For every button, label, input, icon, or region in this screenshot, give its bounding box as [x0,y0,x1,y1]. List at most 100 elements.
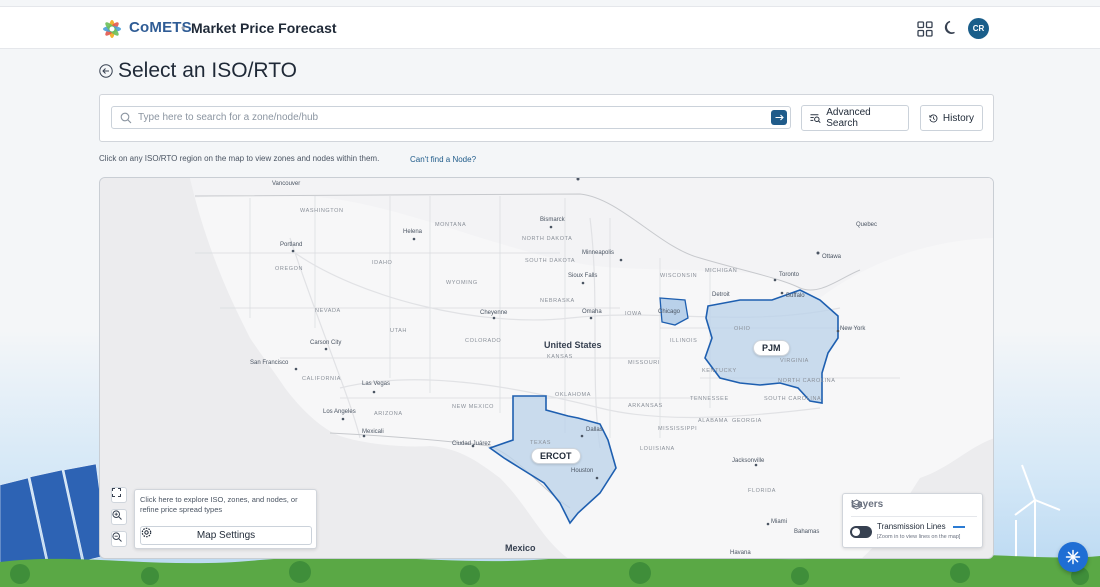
app-title: Market Price Forecast [191,20,337,36]
city-label: Ottawa [822,254,842,260]
city-label: Bismarck [540,217,565,223]
layers-icon [851,499,862,510]
history-label: History [942,112,974,124]
city-label: Quebec [856,222,878,228]
map-settings-button[interactable]: Map Settings [140,526,312,545]
transmission-line-swatch [953,526,965,528]
state-label: MICHIGAN [705,268,738,274]
state-label: UTAH [390,328,407,334]
city-label: Toronto [779,272,800,278]
layers-divider [851,516,977,517]
state-label: OREGON [275,266,304,272]
zoom-in-button[interactable] [111,509,127,525]
state-label: TEXAS [530,440,552,446]
city-label: Portland [280,242,303,248]
state-label: NEW MEXICO [452,404,495,410]
transmission-lines-label: Transmission Lines [877,522,946,531]
map-settings-label: Map Settings [196,530,256,541]
state-label: NEBRASKA [540,298,575,304]
state-label: SOUTH DAKOTA [525,258,576,264]
state-label: TENNESSEE [690,396,729,402]
state-label: NEVADA [315,308,341,314]
layers-panel: Layers Transmission Lines [Zoom in to vi… [842,493,983,548]
state-label: IOWA [625,311,642,317]
state-label: MONTANA [435,222,467,228]
city-label: Sioux Falls [568,273,598,279]
state-label: ALABAMA [698,418,729,424]
history-icon [929,114,938,122]
state-label: NORTH DAKOTA [522,236,573,242]
state-label: NORTH CAROLINA [778,378,836,384]
region-label-ercot[interactable]: ERCOT [531,448,581,464]
search-input[interactable] [138,109,758,126]
country-label-mexico: Mexico [505,543,536,553]
city-label: Bahamas [794,529,820,535]
city-label: Vancouver [272,181,301,187]
region-label-pjm[interactable]: PJM [753,340,790,356]
state-label: ILLINOIS [670,338,698,344]
state-label: MISSISSIPPI [658,426,698,432]
transmission-lines-toggle[interactable] [850,526,872,538]
breadcrumb-separator: • [181,21,186,35]
state-label: ARIZONA [374,411,403,417]
state-label: ARKANSAS [628,403,663,409]
city-label: Carson City [310,340,342,346]
zoom-in-icon [112,510,122,520]
search-icon [120,112,132,124]
zoom-out-icon [112,532,122,542]
state-label: WISCONSIN [660,273,698,279]
city-label: Los Angeles [323,409,356,415]
city-label: Cheyenne [480,310,508,316]
state-label: WASHINGTON [300,208,344,214]
zoom-out-button[interactable] [111,531,127,547]
city-label: Buffalo [786,293,805,299]
country-label-us: United States [544,340,602,350]
moon-icon[interactable] [943,19,960,36]
city-label: Helena [403,229,423,235]
advanced-search-label: Advanced Search [826,107,871,129]
assistant-chat-button[interactable] [1058,542,1088,572]
map-instruction-text: Click on any ISO/RTO region on the map t… [99,154,380,163]
page-title: Select an ISO/RTO [118,59,297,82]
city-label: Dallas [586,427,603,433]
state-label: WYOMING [446,280,478,286]
state-label: SOUTH CAROLINA [764,396,822,402]
map-settings-hint[interactable]: Click here to explore ISO, zones, and no… [140,495,312,515]
advanced-search-button[interactable]: Advanced Search [801,105,909,131]
snowflake-icon [1065,549,1081,565]
city-label: Houston [571,468,594,474]
map-settings-panel: Click here to explore ISO, zones, and no… [134,489,317,549]
search-card: Advanced Search History [99,94,994,142]
apps-grid-icon[interactable] [917,21,933,37]
layers-header: Layers [851,499,883,510]
back-arrow-icon[interactable] [99,64,113,78]
history-button[interactable]: History [920,105,983,131]
city-label: Mexicali [362,429,384,435]
state-label: OKLAHOMA [555,392,591,398]
state-label: FLORIDA [748,488,777,494]
city-label: Omaha [582,309,602,315]
fullscreen-button[interactable] [111,487,127,503]
city-label: Miami [771,519,787,525]
state-label: KENTUCKY [702,368,737,374]
state-label: GEORGIA [732,418,762,424]
expand-icon [112,488,121,497]
iso-rto-map[interactable]: Vancouver Portland Helena Bismarck Minne… [99,177,994,559]
state-label: KANSAS [547,354,573,360]
search-box [111,106,791,129]
advanced-search-icon [810,113,821,123]
city-label: San Francisco [250,360,289,366]
state-label: COLORADO [465,338,502,344]
city-label: Detroit [712,292,730,298]
state-label: OHIO [734,326,751,332]
city-label: Jacksonville [732,458,765,464]
city-label: Minneapolis [582,250,615,256]
transmission-lines-note: [Zoom in to view lines on the map] [877,534,961,540]
state-label: IDAHO [372,260,393,266]
user-avatar[interactable]: CR [968,18,989,39]
city-label: New York [840,326,866,332]
cant-find-node-link[interactable]: Can't find a Node? [410,155,476,164]
search-submit-button[interactable] [771,110,787,125]
comets-logo-icon [103,20,121,38]
state-label: CALIFORNIA [302,376,342,382]
